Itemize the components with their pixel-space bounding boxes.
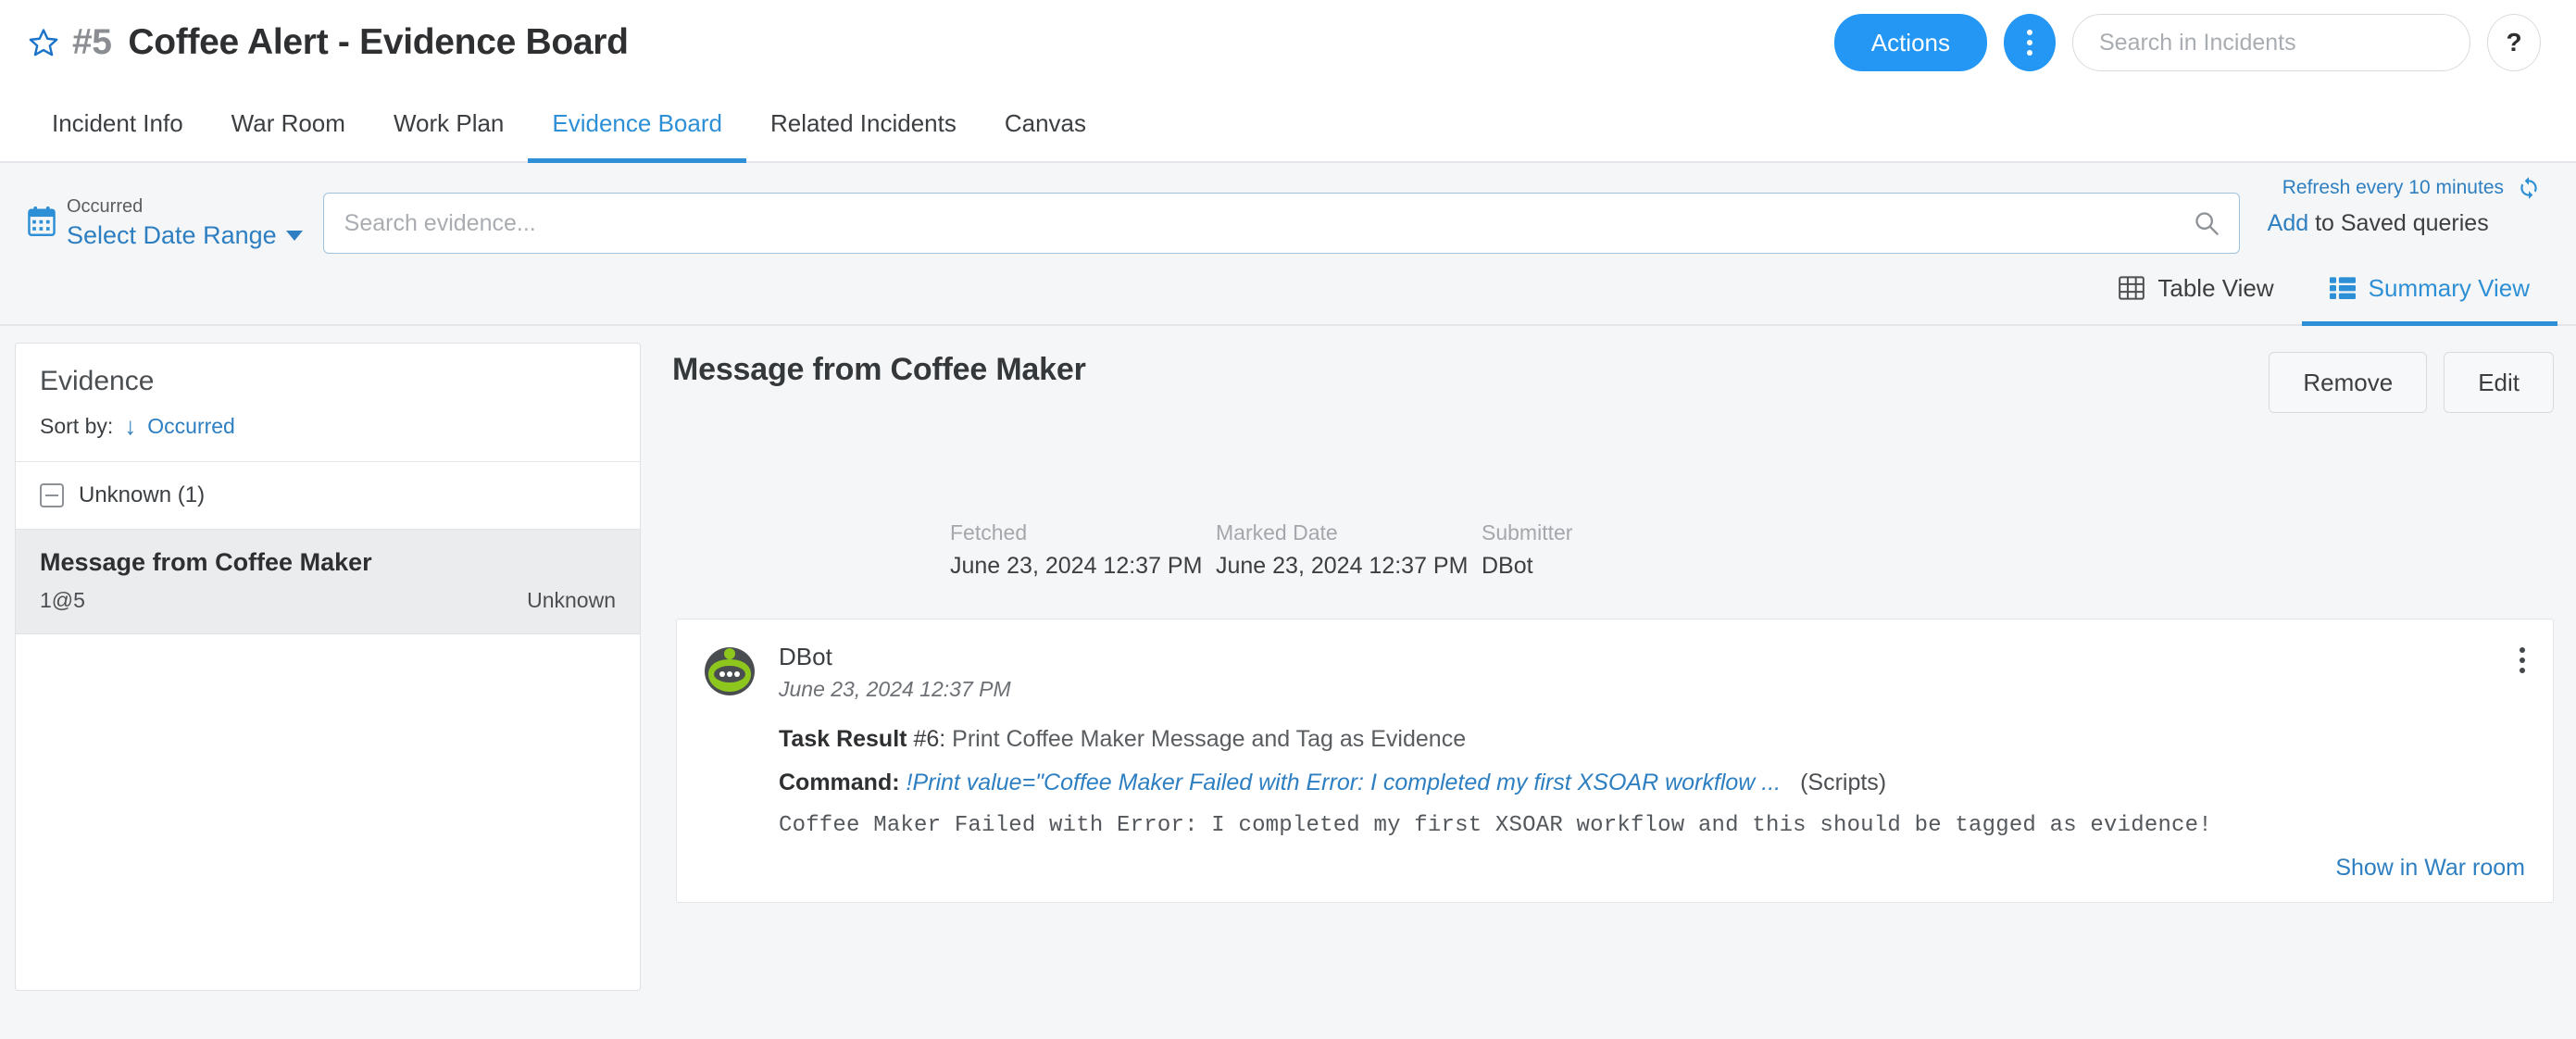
evidence-detail-header: Message from Coffee Maker Remove Edit xyxy=(672,343,2554,413)
search-evidence-wrapper xyxy=(322,193,2240,254)
command-value[interactable]: !Print value="Coffee Maker Failed with E… xyxy=(907,770,1782,795)
tab-evidence-board[interactable]: Evidence Board xyxy=(528,85,746,163)
sidebar-group-label: Unknown (1) xyxy=(79,482,206,507)
command-source: (Scripts) xyxy=(1800,769,1887,795)
dbot-author-block: DBot June 23, 2024 12:37 PM xyxy=(779,643,1011,702)
refresh-icon[interactable] xyxy=(2517,176,2541,200)
evidence-item-meta: 1@5 Unknown xyxy=(40,588,616,613)
help-button[interactable]: ? xyxy=(2487,14,2541,71)
dbot-entry-card: DBot June 23, 2024 12:37 PM Task Result … xyxy=(676,619,2554,903)
list-item[interactable]: Message from Coffee Maker 1@5 Unknown xyxy=(16,530,640,634)
table-grid-icon xyxy=(2119,276,2145,300)
tab-related-incidents[interactable]: Related Incidents xyxy=(746,85,981,161)
sidebar-sort-control: Sort by: ↓ Occurred xyxy=(40,412,616,441)
actions-button[interactable]: Actions xyxy=(1833,14,1987,71)
metadata-value: June 23, 2024 12:37 PM xyxy=(950,553,1203,579)
refresh-interval-label[interactable]: Refresh every 10 minutes xyxy=(2282,177,2504,199)
evidence-board-body: Evidence Sort by: ↓ Occurred Unknown (1)… xyxy=(0,326,2576,1039)
remove-button[interactable]: Remove xyxy=(2269,352,2428,413)
header-actions-group: Actions ? xyxy=(1833,14,2541,71)
tab-incident-info[interactable]: Incident Info xyxy=(28,85,207,161)
page-title: Coffee Alert - Evidence Board xyxy=(128,22,629,62)
task-number: #6: xyxy=(913,725,946,752)
metadata-label: Fetched xyxy=(950,520,1028,545)
top-header: #5 Coffee Alert - Evidence Board Actions… xyxy=(0,0,2576,85)
date-range-text: Occurred Select Date Range xyxy=(67,195,303,250)
header-kebab-menu-icon[interactable] xyxy=(2004,14,2056,71)
evidence-item-id: 1@5 xyxy=(40,588,85,612)
tab-war-room[interactable]: War Room xyxy=(207,85,369,161)
metadata-fetched: Fetched June 23, 2024 12:37 PM xyxy=(950,520,1216,580)
chevron-down-icon xyxy=(285,230,303,241)
list-summary-icon xyxy=(2329,277,2356,300)
metadata-marked-date: Marked Date June 23, 2024 12:37 PM xyxy=(1216,520,1482,580)
tab-work-plan[interactable]: Work Plan xyxy=(369,85,528,161)
command-label: Command: xyxy=(779,769,900,795)
table-view-toggle[interactable]: Table View xyxy=(2091,252,2301,324)
command-line: Command: !Print value="Coffee Maker Fail… xyxy=(779,770,2525,796)
task-result-line: Task Result #6: Print Coffee Maker Messa… xyxy=(779,726,2525,753)
command-output: Coffee Maker Failed with Error: I comple… xyxy=(779,812,2212,838)
evidence-metadata-row: Fetched June 23, 2024 12:37 PM Marked Da… xyxy=(672,520,2554,580)
search-incidents-input[interactable] xyxy=(2072,14,2470,71)
evidence-item-status: Unknown xyxy=(527,588,616,612)
task-result-label: Task Result xyxy=(779,725,907,752)
metadata-value: DBot xyxy=(1482,553,1533,579)
dbot-timestamp: June 23, 2024 12:37 PM xyxy=(779,676,1011,701)
sidebar-group-unknown[interactable]: Unknown (1) xyxy=(16,462,640,530)
refresh-control[interactable]: Refresh every 10 minutes xyxy=(2282,176,2541,200)
dbot-author-name: DBot xyxy=(779,643,832,670)
summary-view-toggle[interactable]: Summary View xyxy=(2301,252,2558,326)
evidence-detail-title: Message from Coffee Maker xyxy=(672,352,1086,387)
saved-queries-label: to Saved queries xyxy=(2315,209,2489,236)
incident-tabbar: Incident Info War Room Work Plan Evidenc… xyxy=(0,85,2576,163)
show-in-war-room-link[interactable]: Show in War room xyxy=(779,855,2525,882)
add-saved-query-link[interactable]: Add xyxy=(2268,210,2308,236)
evidence-sidebar: Evidence Sort by: ↓ Occurred Unknown (1)… xyxy=(15,343,641,991)
sidebar-title: Evidence xyxy=(40,366,155,396)
search-icon[interactable] xyxy=(2194,210,2220,236)
metadata-submitter: Submitter DBot xyxy=(1482,520,1572,580)
calendar-icon xyxy=(28,207,56,237)
incident-number: #5 xyxy=(72,22,112,62)
occurred-label: Occurred xyxy=(67,196,144,218)
search-evidence-input[interactable] xyxy=(322,193,2240,254)
query-row: Occurred Select Date Range Add to Saved … xyxy=(28,163,2548,254)
metadata-label: Submitter xyxy=(1482,520,1573,545)
sort-by-label: Sort by: xyxy=(40,414,114,438)
date-range-value: Select Date Range xyxy=(67,221,277,250)
dbot-avatar-icon xyxy=(705,647,755,695)
minus-square-icon[interactable] xyxy=(40,483,64,507)
sort-field-value[interactable]: Occurred xyxy=(147,414,235,439)
tab-canvas[interactable]: Canvas xyxy=(981,85,1110,161)
date-range-picker[interactable]: Occurred Select Date Range xyxy=(28,195,303,250)
metadata-value: June 23, 2024 12:37 PM xyxy=(1216,553,1469,579)
sidebar-header: Evidence Sort by: ↓ Occurred xyxy=(16,344,640,462)
favorite-star-icon[interactable] xyxy=(28,27,59,58)
sort-direction-arrow-icon[interactable]: ↓ xyxy=(124,412,136,441)
dbot-card-header: DBot June 23, 2024 12:37 PM xyxy=(703,643,2525,702)
evidence-detail-actions: Remove Edit xyxy=(2269,352,2554,413)
table-view-label: Table View xyxy=(2157,273,2274,302)
metadata-label: Marked Date xyxy=(1216,520,1338,545)
edit-button[interactable]: Edit xyxy=(2444,352,2554,413)
summary-view-label: Summary View xyxy=(2368,273,2530,302)
select-date-range-label[interactable]: Select Date Range xyxy=(67,220,303,250)
query-bar: Refresh every 10 minutes Occurred Select… xyxy=(0,163,2576,254)
evidence-item-title: Message from Coffee Maker xyxy=(40,548,372,576)
task-name: Print Coffee Maker Message and Tag as Ev… xyxy=(952,725,1467,752)
evidence-detail-panel: Message from Coffee Maker Remove Edit Fe… xyxy=(641,343,2576,1039)
card-kebab-menu-icon[interactable] xyxy=(2516,644,2529,677)
saved-queries-control: Add to Saved queries xyxy=(2268,210,2489,237)
dbot-card-body: Task Result #6: Print Coffee Maker Messa… xyxy=(703,726,2525,882)
view-toggle-bar: Table View Summary View xyxy=(0,252,2576,326)
